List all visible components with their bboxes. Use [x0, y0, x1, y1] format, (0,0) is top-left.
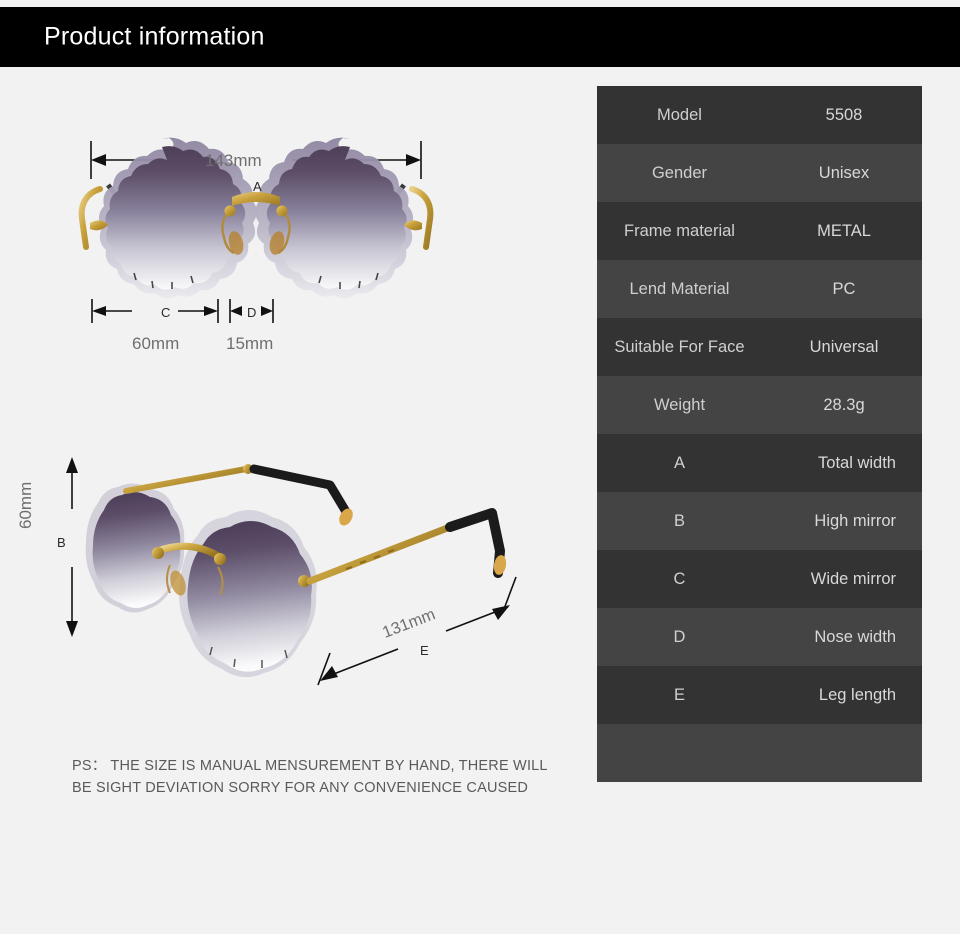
spec-key: E — [673, 685, 685, 704]
spec-key: Model — [657, 105, 702, 124]
disclaimer-line-2: BE SIGHT DEVIATION SORRY FOR ANY CONVENI… — [72, 780, 529, 796]
product-information-page: Product information 143mm A C D 60mm 15m… — [0, 0, 960, 934]
page-header-bar: Product information — [0, 7, 960, 67]
lower-temple — [298, 508, 507, 587]
front-view-graphic — [78, 137, 434, 323]
spec-value: Universal — [809, 337, 879, 356]
spec-key: Lend Material — [629, 279, 730, 298]
table-row: A Total width — [597, 434, 922, 492]
table-row: Lend Material PC — [597, 260, 922, 318]
spec-value: METAL — [817, 221, 871, 240]
table-row: D Nose width — [597, 608, 922, 666]
front-view-figure: 143mm A C D 60mm 15mm — [60, 127, 480, 353]
angle-view-graphic — [66, 457, 517, 686]
spec-value: 5508 — [825, 105, 863, 124]
table-row: C Wide mirror — [597, 550, 922, 608]
spec-value: Unisex — [818, 163, 870, 182]
nose-width-value: 15mm — [226, 334, 274, 353]
page-title: Product information — [44, 22, 265, 51]
spec-key: Gender — [651, 163, 708, 182]
table-row: Weight 28.3g — [597, 376, 922, 434]
spec-key: A — [673, 453, 685, 472]
near-lens — [179, 510, 317, 678]
spec-value: Wide mirror — [810, 569, 896, 588]
lens-width-value: 60mm — [132, 334, 180, 353]
spec-key: Suitable For Face — [614, 337, 745, 356]
spec-value: Nose width — [814, 627, 896, 646]
specification-table: Model 5508 Gender Unisex Frame material METAL… — [597, 86, 922, 782]
measurement-diagram-panel: 143mm A C D 60mm 15mm 60mm B 131mm E PS：… — [0, 67, 580, 934]
table-row: E Leg length — [597, 666, 922, 724]
spec-key: B — [673, 511, 685, 530]
table-row: Frame material METAL — [597, 202, 922, 260]
total-width-value: 143mm — [205, 151, 262, 170]
spec-value: 28.3g — [823, 395, 865, 414]
right-lens — [255, 137, 414, 299]
spec-key: Frame material — [624, 221, 735, 240]
table-row: Model 5508 — [597, 86, 922, 144]
table-row-empty — [597, 724, 922, 782]
spec-value: Total width — [818, 453, 896, 472]
angle-view-figure: 60mm B 131mm E — [16, 447, 550, 707]
frame-height-value: 60mm — [16, 481, 35, 529]
table-row: Gender Unisex — [597, 144, 922, 202]
measurement-disclaimer: PS： THE SIZE IS MANUAL MENSUREMENT BY HA… — [72, 755, 548, 799]
spec-key: D — [673, 627, 686, 646]
spec-value: PC — [832, 279, 856, 298]
nose-width-letter: D — [247, 305, 257, 320]
table-row: Suitable For Face Universal — [597, 318, 922, 376]
lens-width-letter: C — [161, 305, 171, 320]
frame-height-letter: B — [57, 535, 66, 550]
spec-key: Weight — [653, 395, 706, 414]
temple-length-letter: E — [420, 643, 429, 658]
disclaimer-line-1: PS： THE SIZE IS MANUAL MENSUREMENT BY HA… — [72, 758, 548, 774]
spec-value: High mirror — [814, 511, 896, 530]
spec-value: Leg length — [818, 685, 896, 704]
total-width-letter: A — [253, 179, 262, 194]
dimension-line-c-d — [91, 299, 274, 323]
table-row: B High mirror — [597, 492, 922, 550]
spec-key: C — [673, 569, 686, 588]
